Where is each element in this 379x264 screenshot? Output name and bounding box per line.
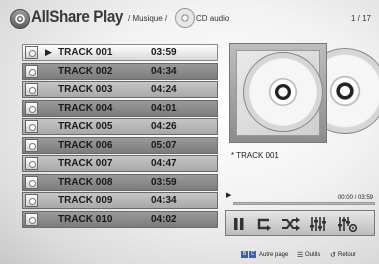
- track-duration: 04:02: [151, 213, 177, 225]
- track-name: TRACK 004: [58, 102, 113, 114]
- pause-icon[interactable]: [233, 216, 245, 232]
- music-file-icon: [25, 175, 38, 189]
- footer-key-c[interactable]: C: [249, 251, 256, 258]
- music-file-icon: [25, 64, 38, 78]
- cd-disc-front-image: [243, 52, 323, 132]
- track-duration: 03:59: [151, 176, 177, 188]
- track-list: ▶ TRACK 001 03:59 TRACK 002 04:34 TRACK …: [22, 44, 218, 229]
- footer-tools-label[interactable]: Outils: [305, 252, 320, 258]
- track-name: TRACK 007: [58, 158, 113, 169]
- track-name: TRACK 010: [58, 213, 113, 225]
- track-name: TRACK 009: [58, 195, 113, 206]
- track-duration: 05:07: [151, 139, 177, 151]
- track-name: TRACK 002: [58, 65, 113, 77]
- music-file-icon: [25, 46, 38, 59]
- track-row[interactable]: TRACK 005 04:26: [22, 118, 218, 135]
- breadcrumb-cd-audio[interactable]: CD audio: [196, 14, 229, 23]
- track-duration: 04:34: [151, 65, 177, 77]
- music-file-icon: [25, 83, 38, 96]
- track-name: TRACK 006: [58, 139, 113, 151]
- equalizer-settings-icon[interactable]: [338, 216, 358, 232]
- track-row[interactable]: TRACK 010 04:02: [22, 210, 218, 228]
- music-file-icon: [25, 157, 38, 170]
- track-row[interactable]: TRACK 009 04:34: [22, 192, 218, 209]
- music-file-icon: [25, 138, 38, 152]
- track-row[interactable]: TRACK 007 04:47: [22, 155, 218, 172]
- footer-page-label[interactable]: Autre page: [259, 252, 288, 258]
- page-indicator: 1 / 17: [350, 14, 371, 23]
- track-duration: 03:59: [151, 47, 177, 58]
- track-row[interactable]: TRACK 002 04:34: [22, 62, 218, 80]
- track-duration: 04:34: [151, 195, 177, 206]
- play-state-icon: ▶: [226, 192, 232, 199]
- track-duration: 04:01: [151, 102, 177, 114]
- footer-key-b[interactable]: B: [241, 251, 248, 258]
- header: AllShare Play / Musique / CD audio 1 / 1…: [10, 6, 373, 32]
- track-row[interactable]: TRACK 004 04:01: [22, 99, 218, 117]
- track-name: TRACK 008: [58, 176, 113, 188]
- track-name: TRACK 001: [58, 47, 113, 58]
- music-file-icon: [25, 212, 38, 226]
- track-duration: 04:24: [151, 84, 177, 95]
- cd-icon: [175, 8, 195, 28]
- now-playing-title: * TRACK 001: [231, 151, 279, 160]
- app-title: AllShare Play: [31, 7, 123, 26]
- footer-return-label[interactable]: Retour: [338, 252, 356, 258]
- track-row[interactable]: ▶ TRACK 001 03:59: [22, 44, 218, 61]
- time-readout: 00:00 / 03:59: [337, 195, 373, 201]
- breadcrumb-music[interactable]: / Musique /: [128, 14, 167, 23]
- return-icon[interactable]: ↺: [330, 251, 336, 259]
- track-duration: 04:47: [151, 158, 177, 169]
- track-duration: 04:26: [151, 121, 177, 132]
- progress-bar[interactable]: [233, 202, 375, 205]
- repeat-icon[interactable]: [255, 216, 273, 232]
- playback-controls: [225, 210, 375, 236]
- track-name: TRACK 005: [58, 121, 113, 132]
- equalizer-icon[interactable]: [310, 216, 328, 232]
- music-file-icon: [25, 120, 38, 133]
- track-row[interactable]: TRACK 003 04:24: [22, 81, 218, 98]
- track-row[interactable]: TRACK 006 05:07: [22, 136, 218, 154]
- allshare-logo-icon: [10, 9, 30, 29]
- music-file-icon: [25, 101, 38, 115]
- tools-icon[interactable]: ☰: [297, 251, 303, 259]
- shuffle-icon[interactable]: [281, 216, 301, 232]
- track-name: TRACK 003: [58, 84, 113, 95]
- play-marker-icon: ▶: [45, 47, 52, 57]
- music-file-icon: [25, 194, 38, 207]
- track-row[interactable]: TRACK 008 03:59: [22, 173, 218, 191]
